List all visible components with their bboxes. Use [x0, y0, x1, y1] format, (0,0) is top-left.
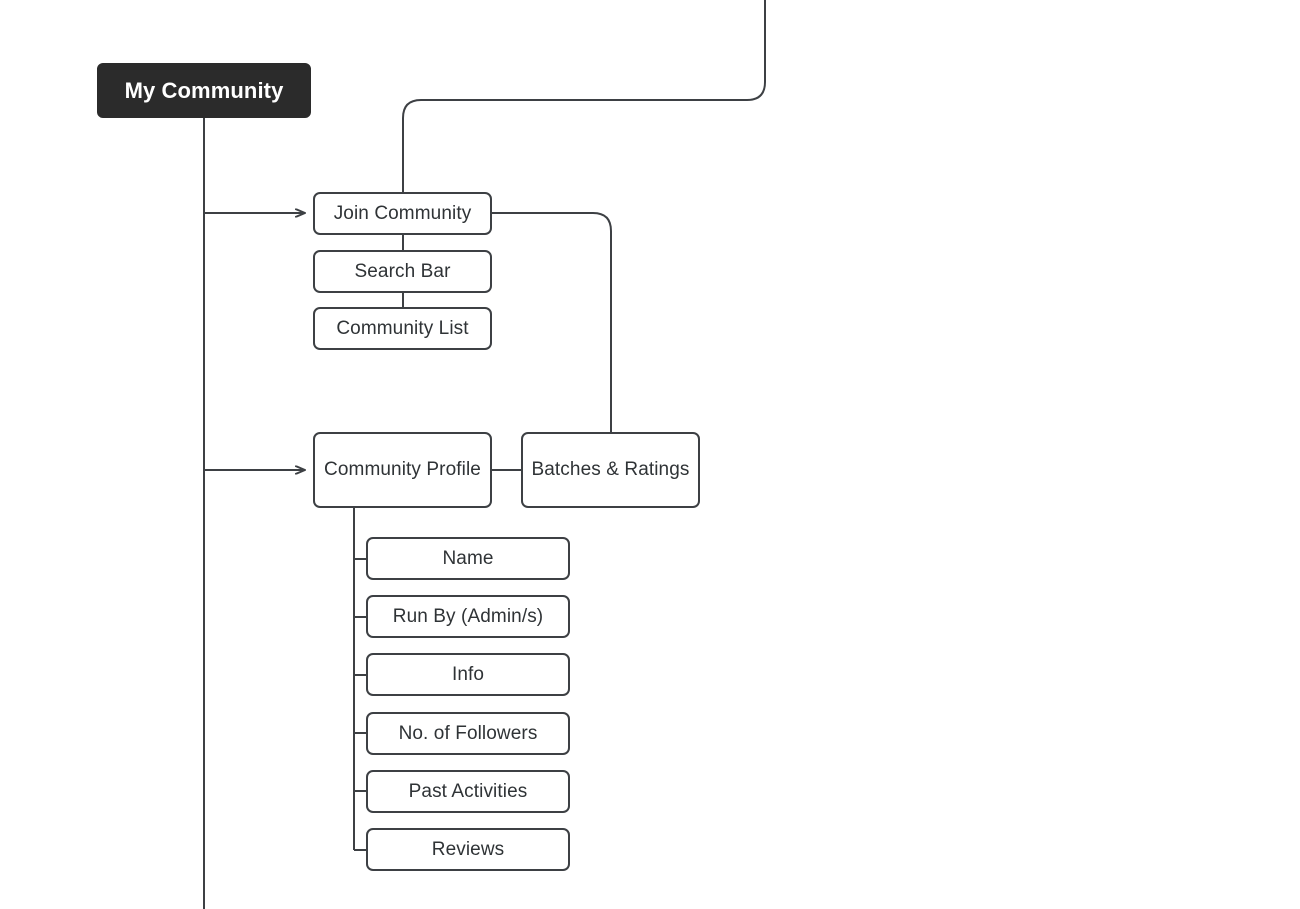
node-reviews[interactable]: Reviews — [366, 828, 570, 871]
node-join-community[interactable]: Join Community — [313, 192, 492, 235]
node-search-bar[interactable]: Search Bar — [313, 250, 492, 293]
node-my-community[interactable]: My Community — [97, 63, 311, 118]
edge-join-to-batches — [492, 212, 612, 432]
node-batches-and-ratings[interactable]: Batches & Ratings — [521, 432, 700, 508]
node-community-profile[interactable]: Community Profile — [313, 432, 492, 508]
node-no-of-followers[interactable]: No. of Followers — [366, 712, 570, 755]
node-community-list[interactable]: Community List — [313, 307, 492, 350]
node-run-by-admins[interactable]: Run By (Admin/s) — [366, 595, 570, 638]
node-name[interactable]: Name — [366, 537, 570, 580]
node-past-activities[interactable]: Past Activities — [366, 770, 570, 813]
flowchart-canvas: My Community Join Community Search Bar C… — [0, 0, 1300, 909]
edge-join-top-loop — [402, 0, 766, 192]
node-info[interactable]: Info — [366, 653, 570, 696]
